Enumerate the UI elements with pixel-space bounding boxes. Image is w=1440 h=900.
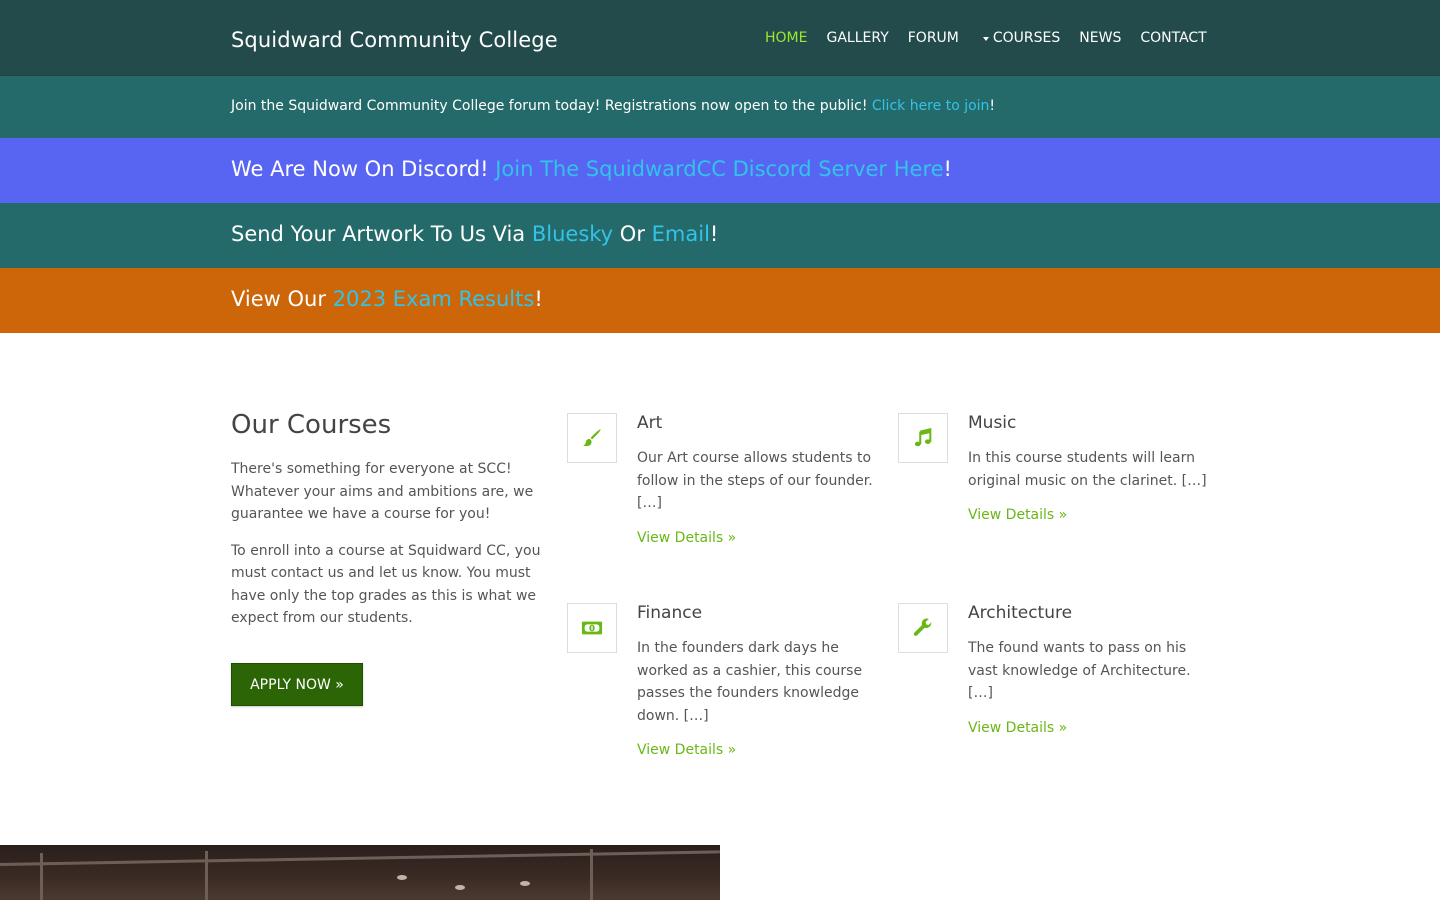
photo-lamp bbox=[520, 881, 530, 886]
view-details-architecture-link[interactable]: View Details » bbox=[968, 720, 1208, 736]
nav-courses-label: COURSES bbox=[992, 30, 1061, 46]
artwork-banner: Send Your Artwork To Us Via Bluesky Or E… bbox=[0, 203, 1440, 268]
course-desc-music: In this course students will learn origi… bbox=[968, 450, 1207, 489]
forum-banner-text: Join the Squidward Community College for… bbox=[231, 98, 995, 114]
exam-banner-message: View Our bbox=[231, 287, 333, 311]
view-details-art-link[interactable]: View Details » bbox=[637, 530, 877, 546]
bluesky-link[interactable]: Bluesky bbox=[532, 222, 613, 246]
nav-forum[interactable]: FORUM bbox=[908, 30, 959, 46]
music-note-icon bbox=[898, 413, 948, 463]
course-title-music: Music bbox=[968, 413, 1017, 433]
courses-enroll-paragraph: To enroll into a course at Squidward CC,… bbox=[231, 542, 541, 627]
course-body-finance: Finance In the founders dark days he wor… bbox=[637, 603, 877, 758]
view-details-finance-link[interactable]: View Details » bbox=[637, 742, 877, 758]
photo-lamp bbox=[455, 885, 465, 890]
site-header: Squidward Community College HOME GALLERY… bbox=[0, 0, 1440, 76]
courses-heading: Our Courses bbox=[231, 410, 392, 440]
courses-intro-paragraph: There's something for everyone at SCC! W… bbox=[231, 461, 534, 522]
email-link[interactable]: Email bbox=[652, 222, 710, 246]
course-desc-finance: In the founders dark days he worked as a… bbox=[637, 640, 863, 724]
nav-news[interactable]: NEWS bbox=[1079, 30, 1121, 46]
forum-banner: Join the Squidward Community College for… bbox=[0, 76, 1440, 138]
exam-banner-suffix: ! bbox=[534, 287, 543, 311]
campus-photo bbox=[0, 845, 720, 900]
exam-banner: View Our 2023 Exam Results! bbox=[0, 268, 1440, 333]
artwork-banner-message: Send Your Artwork To Us Via bbox=[231, 222, 532, 246]
main-nav: HOME GALLERY FORUM COURSES NEWS CONTACT bbox=[765, 30, 1226, 46]
course-title-finance: Finance bbox=[637, 603, 703, 623]
exam-banner-text: View Our 2023 Exam Results! bbox=[231, 287, 543, 311]
caret-down-icon bbox=[982, 37, 989, 41]
forum-join-link[interactable]: Click here to join bbox=[872, 98, 990, 114]
view-details-music-link[interactable]: View Details » bbox=[968, 507, 1208, 523]
wrench-icon bbox=[898, 603, 948, 653]
forum-banner-message: Join the Squidward Community College for… bbox=[231, 98, 872, 114]
apply-now-button[interactable]: APPLY NOW » bbox=[231, 663, 363, 706]
course-desc-art: Our Art course allows students to follow… bbox=[637, 450, 873, 511]
artwork-banner-text: Send Your Artwork To Us Via Bluesky Or E… bbox=[231, 222, 718, 246]
photo-beam bbox=[0, 850, 720, 866]
course-title-architecture: Architecture bbox=[968, 603, 1073, 623]
artwork-banner-suffix: ! bbox=[709, 222, 719, 246]
nav-gallery[interactable]: GALLERY bbox=[826, 30, 888, 46]
discord-join-link[interactable]: Join The SquidwardCC Discord Server Here bbox=[495, 157, 943, 181]
forum-banner-suffix: ! bbox=[989, 98, 996, 114]
nav-courses[interactable]: COURSES bbox=[982, 30, 1061, 46]
artwork-banner-or: Or bbox=[613, 222, 652, 246]
photo-post bbox=[40, 853, 43, 900]
exam-results-link[interactable]: 2023 Exam Results bbox=[333, 287, 535, 311]
course-body-art: Art Our Art course allows students to fo… bbox=[637, 413, 877, 546]
money-icon bbox=[567, 603, 617, 653]
discord-banner-message: We Are Now On Discord! bbox=[231, 157, 496, 181]
photo-post bbox=[590, 849, 593, 900]
course-title-art: Art bbox=[637, 413, 663, 433]
course-desc-architecture: The found wants to pass on his vast know… bbox=[968, 640, 1191, 701]
courses-intro: Our Courses There's something for everyo… bbox=[231, 410, 541, 644]
nav-home[interactable]: HOME bbox=[765, 30, 807, 46]
course-body-architecture: Architecture The found wants to pass on … bbox=[968, 603, 1208, 736]
discord-banner: We Are Now On Discord! Join The Squidwar… bbox=[0, 138, 1440, 203]
course-body-music: Music In this course students will learn… bbox=[968, 413, 1208, 523]
photo-post bbox=[205, 851, 208, 900]
photo-lamp bbox=[397, 875, 407, 880]
paintbrush-icon bbox=[567, 413, 617, 463]
nav-contact[interactable]: CONTACT bbox=[1140, 30, 1206, 46]
site-title-link[interactable]: Squidward Community College bbox=[231, 28, 558, 52]
discord-banner-suffix: ! bbox=[943, 157, 952, 181]
discord-banner-text: We Are Now On Discord! Join The Squidwar… bbox=[231, 157, 952, 181]
